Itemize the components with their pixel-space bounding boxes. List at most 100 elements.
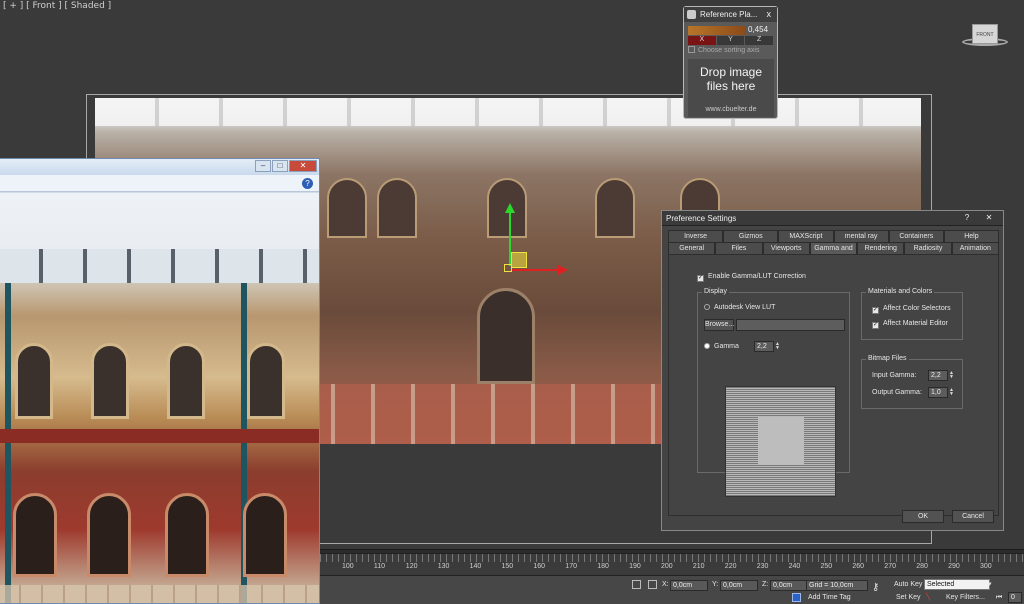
ground-arch	[165, 493, 209, 577]
frieze-band	[0, 429, 319, 443]
current-frame-field[interactable]: 0	[1008, 592, 1022, 603]
close-icon[interactable]: x	[767, 7, 772, 22]
tab-gamma-and-lut[interactable]: Gamma and LUT	[809, 242, 858, 264]
tab-maxscript[interactable]: MAXScript	[778, 230, 834, 242]
drop-text-1: Drop image	[699, 65, 763, 79]
x-coord-field[interactable]: 0,0cm	[670, 580, 708, 591]
lut-path-field[interactable]	[736, 319, 845, 331]
absolute-mode-icon[interactable]	[648, 580, 657, 589]
chevron-down-icon[interactable]: ▾	[988, 580, 992, 588]
key-filter-icon[interactable]: ╲	[926, 593, 930, 601]
radio-selected-icon[interactable]	[704, 343, 710, 349]
check-icon[interactable]: ✓	[872, 322, 879, 329]
auto-key-button[interactable]: Auto Key	[894, 581, 922, 588]
gamma-value: 2,2	[757, 343, 767, 350]
gizmo-pivot[interactable]	[504, 264, 512, 272]
tab-help[interactable]: Help	[943, 230, 1000, 242]
move-gizmo-xy-plane[interactable]	[511, 252, 527, 268]
enable-gamma-checkbox[interactable]: ✓ Enable Gamma/LUT Correction	[697, 273, 806, 282]
help-button[interactable]: ?	[959, 212, 975, 223]
help-icon[interactable]: ?	[302, 178, 313, 189]
ok-button[interactable]: OK	[902, 510, 944, 523]
close-icon[interactable]: ✕	[289, 160, 317, 172]
time-tag-icon[interactable]	[792, 593, 801, 602]
spinner-arrows-icon[interactable]: ▲ ▼	[948, 388, 955, 397]
bitmap-files-label: Bitmap Files	[866, 355, 909, 362]
sorting-axis-checkbox[interactable]: Choose sorting axis	[688, 46, 759, 54]
central-arch	[477, 288, 535, 384]
axis-x-button[interactable]: X	[688, 36, 716, 45]
tab-animation[interactable]: Animation	[951, 242, 999, 254]
y-coord-field[interactable]: 0,0cm	[720, 580, 758, 591]
autodesk-lut-radio[interactable]: Autodesk View LUT	[704, 304, 775, 311]
go-to-start-icon[interactable]: ⏮	[996, 594, 1002, 602]
affect-material-label: Affect Material Editor	[883, 320, 948, 327]
arch-window	[247, 343, 285, 419]
author-url[interactable]: www.cbuelter.de	[688, 103, 774, 117]
axis-z-button[interactable]: Z	[745, 36, 774, 45]
drop-zone[interactable]: Drop image files here www.cbuelter.de	[688, 59, 774, 117]
selection-set-dropdown[interactable]: Selected	[924, 579, 990, 590]
tab-containers[interactable]: Containers	[888, 230, 944, 242]
input-gamma-spinner[interactable]: 2,2 ▲ ▼	[928, 370, 954, 381]
panel-titlebar[interactable]: Reference Pla... x	[684, 7, 777, 22]
lock-icon[interactable]	[632, 580, 641, 589]
output-gamma-spinner[interactable]: 1,0 ▲ ▼	[928, 387, 954, 398]
minimize-icon[interactable]: –	[255, 160, 271, 172]
tab-general[interactable]: General	[668, 242, 716, 254]
affect-material-editor-checkbox[interactable]: ✓ Affect Material Editor	[872, 320, 948, 329]
z-coord-label: Z:	[762, 581, 769, 588]
spinner-arrows-icon[interactable]: ▲ ▼	[774, 342, 781, 351]
radio-icon[interactable]	[704, 304, 710, 310]
tab-gizmos[interactable]: Gizmos	[723, 230, 779, 242]
axis-buttons: X Y Z	[688, 36, 774, 45]
tab-mental-ray[interactable]: mental ray	[833, 230, 889, 242]
arch-window	[327, 178, 367, 238]
set-key-button[interactable]: Set Key	[896, 594, 921, 601]
gamma-label: Gamma	[714, 343, 739, 350]
z-coord-field[interactable]: 0,0cm	[770, 580, 808, 591]
spinner-arrows-icon[interactable]: ▲ ▼	[948, 371, 955, 380]
input-gamma-value: 2,2	[931, 372, 941, 379]
affect-color-label: Affect Color Selectors	[883, 305, 951, 312]
viewport-label[interactable]: [ + ] [ Front ] [ Shaded ]	[3, 1, 111, 11]
maximize-icon[interactable]: □	[272, 160, 288, 172]
tab-viewports[interactable]: Viewports	[762, 242, 810, 254]
arch-window	[91, 343, 129, 419]
timeline-track[interactable]: 100 110 120 130 140 150 160 170 180 190 200 210 220 2…	[320, 553, 1024, 575]
close-button[interactable]: ✕	[981, 212, 997, 223]
opacity-value[interactable]: 0,454	[748, 25, 768, 34]
timeline-tick-label: 260	[852, 563, 865, 570]
app-root: [ + ] [ Front ] [ Shaded ] FRONT Referen…	[0, 0, 1024, 604]
tab-radiosity[interactable]: Radiosity	[904, 242, 952, 254]
tab-rendering[interactable]: Rendering	[857, 242, 905, 254]
key-filters-button[interactable]: Key Filters...	[946, 594, 985, 601]
timeline-tick-label: 190	[629, 563, 641, 570]
cancel-button[interactable]: Cancel	[952, 510, 994, 523]
browse-button[interactable]: Browse...	[704, 319, 734, 331]
timeline-tick-label: 170	[565, 563, 577, 570]
tab-inverse-kinematics[interactable]: Inverse Kinematics	[668, 230, 724, 252]
arch-window	[595, 178, 635, 238]
window-titlebar[interactable]: – □ ✕	[0, 159, 319, 175]
checkbox-icon[interactable]	[688, 46, 695, 53]
gamma-radio[interactable]: Gamma	[704, 343, 739, 350]
dialog-titlebar[interactable]: Preference Settings ? ✕	[662, 211, 1003, 226]
x-arrow-icon[interactable]	[558, 265, 568, 275]
add-time-tag-button[interactable]: Add Time Tag	[808, 594, 851, 601]
move-gizmo-x-axis[interactable]	[511, 269, 561, 271]
tab-files[interactable]: Files	[715, 242, 763, 254]
viewcube-icon[interactable]: FRONT	[972, 24, 998, 44]
timeline-tick-label: 290	[948, 563, 960, 570]
display-group-label: Display	[702, 288, 729, 295]
opacity-slider[interactable]	[688, 26, 746, 35]
check-icon[interactable]: ✓	[697, 275, 704, 282]
gamma-spinner[interactable]: 2,2 ▲ ▼	[754, 341, 780, 352]
y-arrow-icon[interactable]	[505, 203, 515, 213]
key-mode-icon[interactable]: ⚷	[872, 582, 879, 593]
timeline-tick-label: 180	[597, 563, 609, 570]
affect-color-selectors-checkbox[interactable]: ✓ Affect Color Selectors	[872, 305, 951, 314]
axis-y-button[interactable]: Y	[716, 36, 745, 45]
check-icon[interactable]: ✓	[872, 307, 879, 314]
timeline-tick-label: 210	[692, 563, 705, 570]
